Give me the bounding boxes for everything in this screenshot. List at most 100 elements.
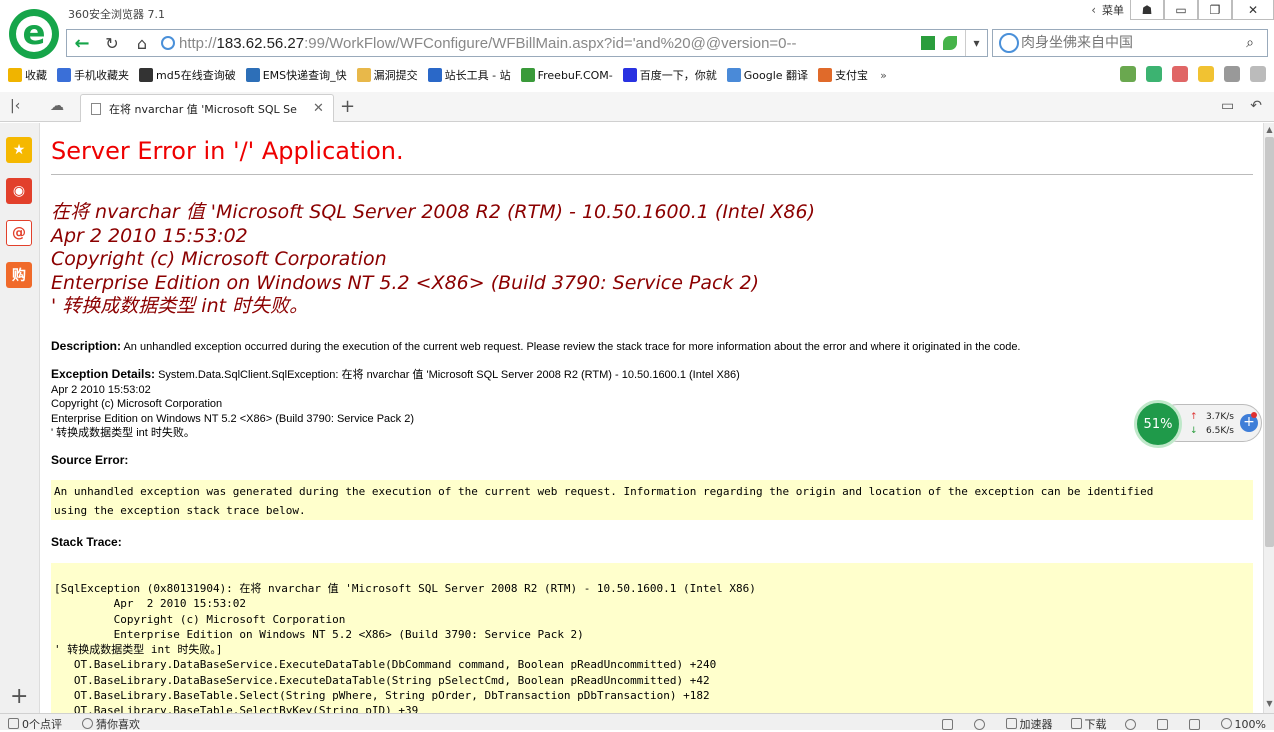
window-controls: ‹ 菜单 ☗ ▭ ❐ ✕ [1091, 0, 1274, 20]
bookmark-item[interactable]: 手机收藏夹 [57, 67, 129, 83]
bookmark-label: 支付宝 [835, 69, 869, 82]
bookmark-item[interactable]: EMS快递查询_快 [245, 67, 347, 83]
tab-bar: |‹ ☁ 在将 nvarchar 值 'Microsoft SQL Se ✕ +… [0, 92, 1274, 122]
tab-scroll-left-icon[interactable]: |‹ [10, 98, 20, 114]
translate-icon[interactable] [1198, 66, 1214, 82]
search-engine-icon[interactable] [999, 33, 1019, 53]
exception-label: Exception Details: [51, 367, 156, 381]
bookmark-label: 收藏 [25, 69, 47, 82]
tab-active[interactable]: 在将 nvarchar 值 'Microsoft SQL Se ✕ [80, 94, 334, 122]
bookmark-label: EMS快递查询_快 [262, 69, 347, 82]
bookmark-item[interactable]: 漏洞提交 [356, 67, 418, 83]
tab-tools: ▭ ↶ [1221, 98, 1262, 114]
bookmark-item[interactable]: FreebuF.COM- [520, 68, 613, 82]
scroll-down-icon[interactable]: ▼ [1265, 699, 1274, 711]
bookmark-label: 漏洞提交 [373, 69, 418, 82]
cpu-usage-circle[interactable]: 51% [1134, 400, 1182, 448]
history-icon[interactable] [973, 718, 985, 730]
bookmarks-bar: 收藏 手机收藏夹 md5在线查询破 EMS快递查询_快 漏洞提交 站长工具 - 站 Free… [0, 62, 1274, 88]
exception-line: ' 转换成数据类型 int 时失败。 [51, 427, 195, 439]
description-label: Description: [51, 339, 122, 353]
refresh-button[interactable]: ↻ [97, 30, 127, 56]
volume-icon[interactable] [1188, 718, 1200, 730]
cloud-icon[interactable]: ☁ [50, 98, 64, 114]
phone-icon[interactable] [941, 718, 953, 730]
bookmark-icon [520, 68, 535, 82]
browser-icon[interactable] [1124, 718, 1136, 730]
mail-icon[interactable]: @ [6, 220, 32, 246]
address-row: ← ↻ ⌂ http://183.62.56.27:99/WorkFlow/WF… [0, 26, 1274, 60]
bookmark-icon [57, 68, 71, 82]
rocket-icon [1005, 718, 1017, 729]
circle-icon [82, 718, 93, 729]
apps-icon[interactable] [1120, 66, 1136, 82]
zoom-item[interactable]: 100% [1220, 717, 1266, 731]
undo-close-icon[interactable]: ↶ [1250, 98, 1262, 114]
tab-close-icon[interactable]: ✕ [313, 101, 324, 116]
document-icon [91, 102, 101, 115]
new-tab-button[interactable]: + [340, 96, 355, 117]
home-button[interactable]: ⌂ [127, 30, 157, 56]
search-icon[interactable]: ⌕ [1239, 35, 1261, 51]
bookmarks-more-button[interactable]: » [880, 69, 887, 82]
leaf-icon[interactable] [943, 36, 957, 50]
scroll-thumb[interactable] [1265, 137, 1274, 547]
tab-list-icon[interactable]: ▭ [1221, 98, 1234, 114]
bookmark-item[interactable]: md5在线查询破 [139, 67, 236, 83]
bookmark-label: 手机收藏夹 [74, 69, 129, 82]
chevron-left-icon[interactable]: ‹ [1091, 3, 1096, 17]
exception-line: Copyright (c) Microsoft Corporation [51, 398, 223, 410]
vertical-scrollbar[interactable]: ▲ ▼ [1263, 123, 1274, 713]
shield-icon[interactable] [1146, 66, 1162, 82]
accelerator-label: 加速器 [1019, 718, 1053, 731]
sidebar: ★ ◉ @ 购 + [0, 123, 40, 713]
bookmark-item[interactable]: 站长工具 - 站 [427, 67, 511, 83]
bookmark-icon [427, 68, 442, 82]
guess-label: 猜你喜欢 [96, 718, 140, 731]
menu-button[interactable]: 菜单 [1102, 2, 1124, 18]
adblock-icon[interactable] [1172, 66, 1188, 82]
bookmark-item[interactable]: 收藏 [8, 67, 47, 83]
speed-rates: 3.7K/s 6.5K/s [1206, 410, 1234, 438]
bookmark-item[interactable]: 百度一下，你就 [622, 67, 717, 83]
shopping-icon[interactable]: 购 [6, 262, 32, 288]
favorites-star-icon[interactable]: ★ [6, 137, 32, 163]
bookmark-icon [818, 68, 833, 82]
address-bar[interactable]: ← ↻ ⌂ http://183.62.56.27:99/WorkFlow/WF… [66, 29, 988, 57]
stack-trace-label: Stack Trace: [51, 535, 122, 549]
url-text[interactable]: http://183.62.56.27:99/WorkFlow/WFConfig… [179, 35, 909, 52]
address-dropdown-button[interactable]: ▾ [965, 30, 987, 56]
download-rate: 6.5K/s [1206, 426, 1234, 436]
network-speed-widget[interactable]: ↑ ↓ 3.7K/s 6.5K/s + 51% [1134, 400, 1262, 448]
search-box[interactable]: ⌕ [992, 29, 1268, 57]
speed-arrows: ↑ ↓ [1190, 410, 1198, 438]
window-icon[interactable] [1156, 718, 1168, 730]
qr-code-icon[interactable] [921, 36, 935, 50]
sidebar-add-icon[interactable]: + [10, 684, 28, 709]
restore-button[interactable]: ❐ [1198, 0, 1232, 20]
scroll-up-icon[interactable]: ▲ [1265, 125, 1274, 137]
screenshot-icon[interactable] [1224, 66, 1240, 82]
page-content: Server Error in '/' Application. 在将 nvar… [41, 123, 1263, 713]
error-message: 在将 nvarchar 值 'Microsoft SQL Server 2008… [51, 201, 815, 319]
browser-logo[interactable]: e [9, 9, 59, 59]
notification-dot [1251, 412, 1257, 418]
bookmark-item[interactable]: 支付宝 [818, 67, 868, 83]
site-info-icon[interactable] [161, 36, 175, 50]
url-rest: :99/WorkFlow/WFConfigure/WFBillMain.aspx… [304, 34, 797, 52]
skin-button[interactable]: ☗ [1130, 0, 1164, 20]
minimize-button[interactable]: ▭ [1164, 0, 1198, 20]
comment-icon [8, 718, 19, 729]
error-message-line: ' 转换成数据类型 int 时失败。 [51, 295, 309, 317]
bookmark-label: 站长工具 - 站 [444, 69, 511, 82]
toolbar-extensions [1120, 66, 1266, 82]
close-button[interactable]: ✕ [1232, 0, 1274, 20]
back-button[interactable]: ← [67, 30, 97, 56]
error-message-line: 在将 nvarchar 值 'Microsoft SQL Server 2008… [51, 201, 816, 223]
bookmark-icon [8, 68, 22, 82]
search-tool-icon[interactable] [1250, 66, 1266, 82]
title-bar: 360安全浏览器 7.1 ‹ 菜单 ☗ ▭ ❐ ✕ [0, 0, 1274, 26]
search-input[interactable] [1019, 31, 1239, 55]
weibo-icon[interactable]: ◉ [6, 178, 32, 204]
bookmark-item[interactable]: Google 翻译 [726, 67, 808, 83]
